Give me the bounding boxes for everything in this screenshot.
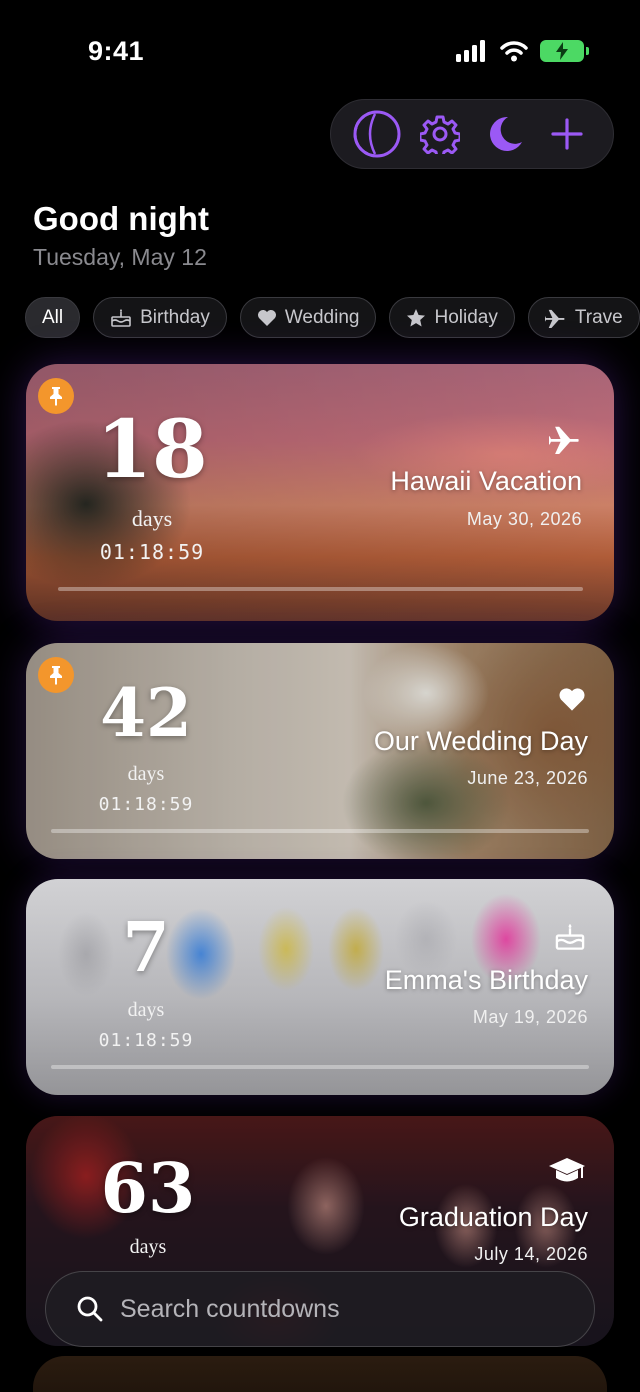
night-mode-button[interactable] xyxy=(478,108,530,160)
status-bar: 9:41 xyxy=(0,0,640,100)
progress-bar xyxy=(58,587,583,591)
signal-icon xyxy=(456,40,485,62)
time-remaining: 01:18:59 xyxy=(99,540,205,564)
pin-icon xyxy=(50,666,62,685)
moon-icon xyxy=(489,116,522,151)
wifi-icon xyxy=(500,41,528,62)
days-count: 63 xyxy=(100,1149,196,1229)
plane-icon xyxy=(549,426,579,454)
progress-bar xyxy=(51,1065,589,1069)
days-count: 7 xyxy=(122,908,170,988)
days-label: days xyxy=(129,1236,167,1258)
gear-icon xyxy=(420,115,461,154)
filter-chip-wedding[interactable]: Wedding xyxy=(239,297,377,338)
filter-chip-holiday[interactable]: Holiday xyxy=(389,297,515,338)
star-icon xyxy=(407,308,426,326)
days-label: days xyxy=(131,506,173,531)
chip-label: Wedding xyxy=(284,306,360,328)
plus-icon xyxy=(551,118,583,150)
heart-icon xyxy=(559,688,585,711)
chip-label: All xyxy=(42,306,64,328)
days-count: 42 xyxy=(100,674,192,752)
event-title: Graduation Day xyxy=(398,1202,588,1232)
event-title: Emma's Birthday xyxy=(384,965,588,995)
filter-chip-birthday[interactable]: Birthday xyxy=(93,297,227,338)
search-bar[interactable] xyxy=(45,1271,595,1347)
search-input[interactable] xyxy=(120,1294,560,1324)
days-label: days xyxy=(127,763,165,785)
greeting-title: Good night xyxy=(33,200,209,237)
graduation-cap-icon xyxy=(549,1158,585,1182)
search-icon xyxy=(77,1296,103,1322)
chip-label: Trave xyxy=(574,306,623,328)
add-countdown-button[interactable] xyxy=(541,108,593,160)
heart-icon xyxy=(257,309,276,326)
pin-icon xyxy=(50,387,62,406)
settings-button[interactable] xyxy=(414,108,466,160)
next-card-peek[interactable] xyxy=(33,1356,607,1392)
event-date: June 23, 2026 xyxy=(467,768,588,788)
filter-chips: All Birthday Wedding Holiday Trave xyxy=(25,297,640,338)
filter-chip-all[interactable]: All xyxy=(25,297,81,338)
plane-icon xyxy=(544,309,565,328)
event-date: July 14, 2026 xyxy=(474,1244,588,1264)
days-count: 18 xyxy=(96,402,208,496)
toolbar xyxy=(330,99,614,169)
time-remaining: 01:18:59 xyxy=(98,794,194,815)
pin-badge xyxy=(38,657,74,693)
cake-icon xyxy=(111,308,131,327)
countdown-card-hawaii[interactable]: 18 days 01:18:59 Hawaii Vacation May 30,… xyxy=(26,364,614,621)
status-time: 9:41 xyxy=(88,36,145,66)
countdown-card-wedding[interactable]: 42 days 01:18:59 Our Wedding Day June 23… xyxy=(26,643,614,859)
event-title: Our Wedding Day xyxy=(373,726,588,756)
filter-chip-travel[interactable]: Trave xyxy=(527,297,640,338)
chip-label: Birthday xyxy=(140,306,210,328)
current-date: Tuesday, May 12 xyxy=(33,244,207,270)
battery-icon xyxy=(540,40,589,62)
countdown-card-birthday[interactable]: 7 days 01:18:59 Emma's Birthday May 19, … xyxy=(26,879,614,1095)
progress-bar xyxy=(51,829,589,833)
pin-badge xyxy=(38,378,74,414)
chip-label: Holiday xyxy=(434,306,498,328)
circle-half-icon xyxy=(353,110,401,158)
cake-icon xyxy=(555,923,585,950)
status-icons xyxy=(456,40,589,62)
event-title: Hawaii Vacation xyxy=(390,466,582,496)
time-remaining: 01:18:59 xyxy=(98,1030,194,1051)
theme-toggle-button[interactable] xyxy=(351,108,403,160)
event-date: May 19, 2026 xyxy=(472,1007,588,1027)
days-label: days xyxy=(127,999,165,1021)
event-date: May 30, 2026 xyxy=(466,509,582,529)
